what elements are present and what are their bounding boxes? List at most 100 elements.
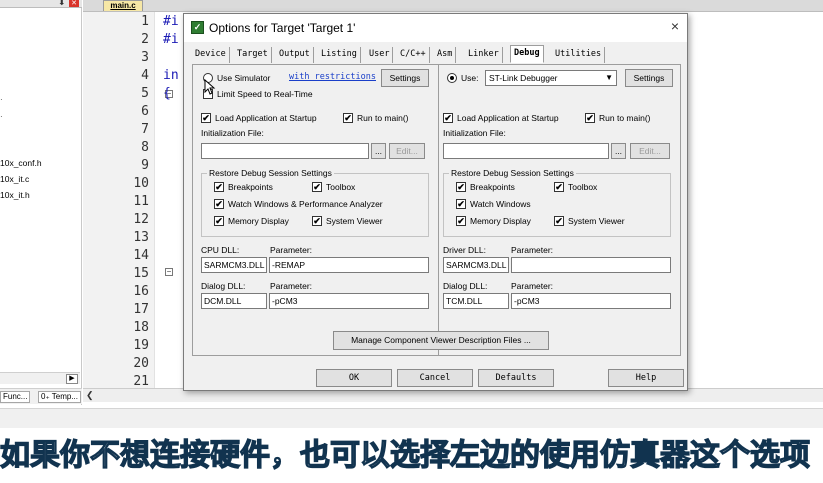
- system-viewer-checkbox[interactable]: ✔: [312, 216, 322, 226]
- keil-app-icon: ✓: [191, 21, 204, 34]
- memory-display-label[interactable]: Memory Display: [470, 216, 531, 226]
- load-app-label[interactable]: Load Application at Startup: [215, 113, 317, 123]
- tab-user[interactable]: User: [366, 47, 394, 63]
- code-line[interactable]: #i: [163, 14, 179, 29]
- horizontal-scrollbar[interactable]: ▶: [0, 372, 80, 384]
- load-app-checkbox[interactable]: ✔: [443, 113, 453, 123]
- tab-target[interactable]: Target: [234, 47, 272, 63]
- breakpoints-checkbox[interactable]: ✔: [456, 182, 466, 192]
- project-panel-tabs: Func... 0₊ Temp...: [0, 388, 82, 404]
- line-number: 16: [133, 284, 149, 299]
- pin-icon[interactable]: ⬇: [58, 0, 66, 8]
- tab-listing[interactable]: Listing: [318, 47, 361, 63]
- tab-output[interactable]: Output: [276, 47, 314, 63]
- dialog-parameter-label: Parameter:: [270, 281, 313, 291]
- dialog-parameter-field[interactable]: -pCM3: [511, 293, 671, 309]
- code-line[interactable]: #i: [163, 32, 179, 47]
- tab-utilities[interactable]: Utilities: [552, 47, 606, 63]
- watch-windows-checkbox[interactable]: ✔: [456, 199, 466, 209]
- tab-templates[interactable]: 0₊ Temp...: [38, 391, 81, 403]
- init-file-edit-button[interactable]: Edit...: [630, 143, 670, 159]
- toolbox-checkbox[interactable]: ✔: [312, 182, 322, 192]
- system-viewer-label[interactable]: System Viewer: [568, 216, 625, 226]
- breakpoints-checkbox[interactable]: ✔: [214, 182, 224, 192]
- dialog-dll-field[interactable]: TCM.DLL: [443, 293, 509, 309]
- tab-linker[interactable]: Linker: [465, 47, 503, 63]
- defaults-button[interactable]: Defaults: [478, 369, 554, 387]
- driver-dll-field[interactable]: SARMCM3.DLL: [443, 257, 509, 273]
- load-app-label[interactable]: Load Application at Startup: [457, 113, 559, 123]
- breakpoints-label[interactable]: Breakpoints: [228, 182, 273, 192]
- panel-divider: [438, 65, 439, 355]
- cancel-button[interactable]: Cancel: [397, 369, 473, 387]
- tab-asm[interactable]: Asm: [434, 47, 457, 63]
- use-debugger-radio[interactable]: [447, 73, 457, 83]
- editor-tabstrip: main.c: [83, 0, 823, 12]
- tab-debug[interactable]: Debug: [510, 45, 544, 63]
- cpu-parameter-field[interactable]: -REMAP: [269, 257, 429, 273]
- use-debugger-label[interactable]: Use:: [461, 73, 478, 83]
- manage-component-viewer-button[interactable]: Manage Component Viewer Description File…: [333, 331, 549, 350]
- toolbox-label[interactable]: Toolbox: [326, 182, 355, 192]
- tab-main-c[interactable]: main.c: [103, 0, 143, 11]
- init-file-browse-button[interactable]: ...: [611, 143, 626, 159]
- run-to-main-label[interactable]: Run to main(): [357, 113, 409, 123]
- load-app-checkbox[interactable]: ✔: [201, 113, 211, 123]
- restrictions-link[interactable]: with restrictions: [289, 72, 376, 82]
- init-file-browse-button[interactable]: ...: [371, 143, 386, 159]
- scroll-left-icon[interactable]: ❮: [86, 390, 94, 401]
- line-number: 14: [133, 248, 149, 263]
- code-line[interactable]: in: [163, 68, 179, 83]
- cpu-dll-label: CPU DLL:: [201, 245, 240, 255]
- line-number: 3: [141, 50, 149, 65]
- scroll-right-icon[interactable]: ▶: [66, 374, 78, 384]
- dialog-titlebar[interactable]: ✓ Options for Target 'Target 1' ×: [184, 14, 687, 42]
- memory-display-label[interactable]: Memory Display: [228, 216, 289, 226]
- debugger-select[interactable]: ST-Link Debugger ▼: [485, 70, 617, 86]
- cpu-parameter-label: Parameter:: [270, 245, 313, 255]
- code-line[interactable]: {: [163, 86, 171, 101]
- driver-parameter-field[interactable]: [511, 257, 671, 273]
- system-viewer-label[interactable]: System Viewer: [326, 216, 383, 226]
- help-button[interactable]: Help: [608, 369, 684, 387]
- file-item[interactable]: 10x_it.c: [0, 174, 29, 184]
- limit-speed-label[interactable]: Limit Speed to Real-Time: [217, 89, 313, 99]
- run-to-main-label[interactable]: Run to main(): [599, 113, 651, 123]
- cpu-dll-field[interactable]: SARMCM3.DLL: [201, 257, 267, 273]
- memory-display-checkbox[interactable]: ✔: [456, 216, 466, 226]
- tab-c-cpp[interactable]: C/C++: [397, 47, 430, 63]
- close-icon[interactable]: ✕: [69, 0, 79, 7]
- init-file-edit-button[interactable]: Edit...: [389, 143, 425, 159]
- line-number: 9: [141, 158, 149, 173]
- toolbox-checkbox[interactable]: ✔: [554, 182, 564, 192]
- close-icon[interactable]: ×: [668, 18, 682, 34]
- file-item[interactable]: 10x_conf.h: [0, 158, 42, 168]
- toolbox-label[interactable]: Toolbox: [568, 182, 597, 192]
- simulator-settings-button[interactable]: Settings: [381, 69, 429, 87]
- ok-button[interactable]: OK: [316, 369, 392, 387]
- video-divider: [0, 408, 823, 428]
- tab-device[interactable]: Device: [192, 47, 230, 63]
- tab-functions[interactable]: Func...: [0, 391, 31, 403]
- mouse-cursor-icon: [204, 79, 216, 95]
- dialog-parameter-field[interactable]: -pCM3: [269, 293, 429, 309]
- watch-windows-label[interactable]: Watch Windows: [470, 199, 531, 209]
- tree-node-marker: ·: [0, 95, 3, 104]
- init-file-field[interactable]: [443, 143, 609, 159]
- breakpoints-label[interactable]: Breakpoints: [470, 182, 515, 192]
- system-viewer-checkbox[interactable]: ✔: [554, 216, 564, 226]
- fold-collapse-icon[interactable]: −: [165, 268, 173, 276]
- dialog-title: Options for Target 'Target 1': [209, 21, 356, 35]
- file-item[interactable]: 10x_it.h: [0, 190, 30, 200]
- run-to-main-checkbox[interactable]: ✔: [343, 113, 353, 123]
- dialog-dll-label: Dialog DLL:: [201, 281, 246, 291]
- run-to-main-checkbox[interactable]: ✔: [585, 113, 595, 123]
- debugger-settings-button[interactable]: Settings: [625, 69, 673, 87]
- memory-display-checkbox[interactable]: ✔: [214, 216, 224, 226]
- init-file-field[interactable]: [201, 143, 369, 159]
- watch-windows-checkbox[interactable]: ✔: [214, 199, 224, 209]
- line-number: 17: [133, 302, 149, 317]
- watch-windows-label[interactable]: Watch Windows & Performance Analyzer: [228, 199, 383, 209]
- dialog-dll-field[interactable]: DCM.DLL: [201, 293, 267, 309]
- use-simulator-label[interactable]: Use Simulator: [217, 73, 270, 83]
